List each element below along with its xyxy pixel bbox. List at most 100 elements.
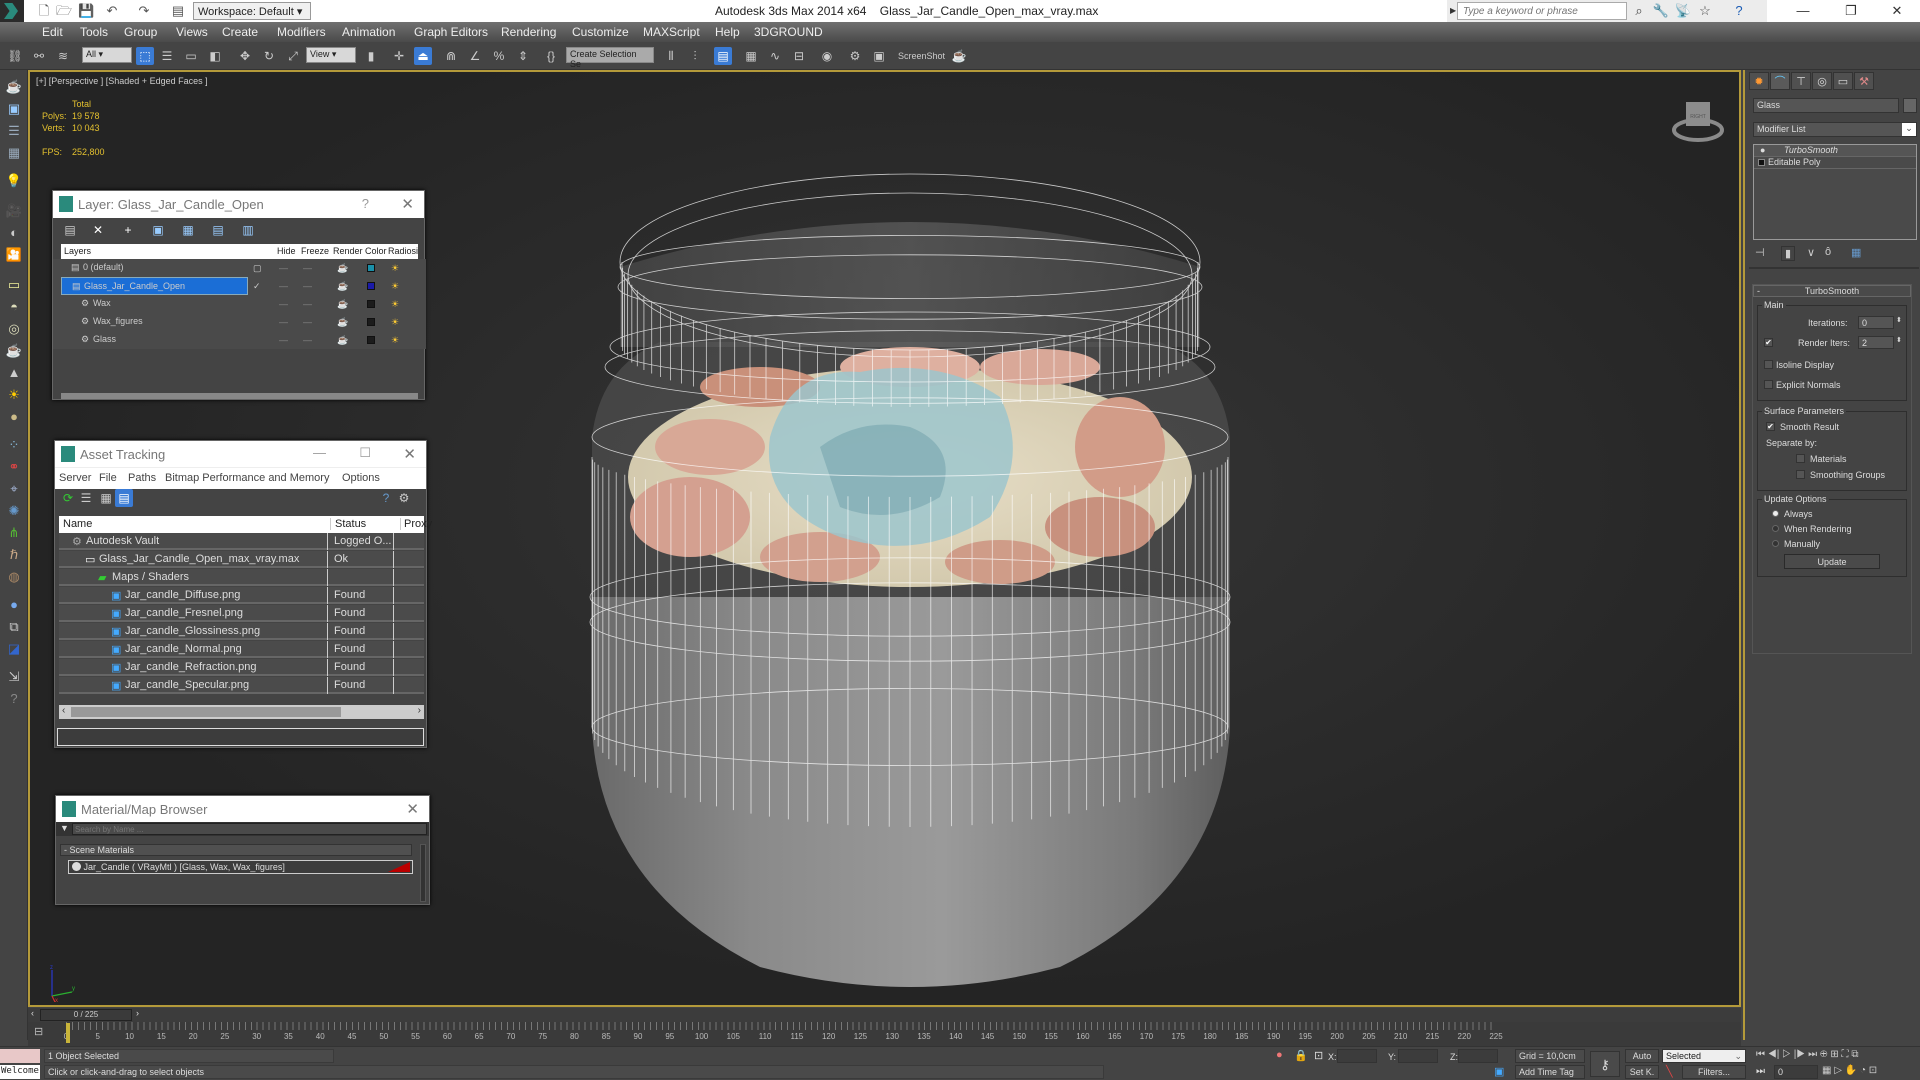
minimize-icon[interactable]: — (313, 445, 326, 460)
material-item-jar-candle[interactable]: Jar_Candle ( VRayMtl ) [Glass, Wax, Wax_… (68, 860, 413, 874)
menu-group[interactable]: Group (124, 25, 157, 39)
layer-name-cell[interactable]: ▤ 0 (default) (61, 259, 248, 277)
key-filters-button[interactable]: Filters... (1682, 1065, 1746, 1079)
asset-window-header[interactable]: Asset Tracking — ☐ ✕ (55, 441, 426, 467)
menu-create[interactable]: Create (222, 25, 258, 39)
proxy-icon[interactable]: ⌖ (5, 480, 23, 498)
freeze-toggle[interactable]: — (303, 281, 312, 291)
render-frame-icon[interactable]: ▣ (870, 47, 888, 65)
pin-stack-icon[interactable]: ⊣ (1755, 246, 1765, 259)
schematic-view-icon[interactable]: ⊟ (790, 47, 808, 65)
selection-filter-dropdown[interactable]: All ▾ (82, 47, 132, 63)
video-camera-icon[interactable]: 🎦 (5, 246, 23, 264)
asset-row[interactable]: ▣ Jar_candle_Refraction.png Found (59, 659, 424, 676)
unlink-icon[interactable]: ⚯ (30, 47, 48, 65)
select-by-name-icon[interactable]: ☰ (158, 47, 176, 65)
render-iters-checkbox[interactable]: ✔ (1764, 338, 1773, 347)
update-manually-radio[interactable] (1772, 540, 1779, 547)
z-coordinate-field[interactable] (1458, 1049, 1498, 1063)
zoom-extents-icon[interactable]: ⛶ (1842, 1049, 1849, 1060)
absolute-mode-icon[interactable]: ⊡ (1314, 1049, 1323, 1062)
rectangular-region-icon[interactable]: ▭ (182, 47, 200, 65)
orbit-icon[interactable]: ◔ (1860, 1065, 1866, 1076)
key-mode-toggle-icon[interactable]: ⏭ (1756, 1066, 1765, 1077)
iterations-spinner-arrows[interactable]: ⬍ (1896, 316, 1902, 324)
layer-name-cell[interactable]: ⚙ Glass (61, 331, 248, 349)
app-menu-button[interactable] (0, 0, 24, 22)
current-frame-indicator[interactable] (66, 1023, 70, 1043)
render-toggle[interactable]: ☕ (337, 263, 348, 274)
teapot-icon[interactable]: ☕ (5, 78, 23, 96)
expand-icon[interactable] (1758, 159, 1765, 166)
time-slider-thumb[interactable]: 0 / 225 (40, 1009, 132, 1021)
stack-item-turbosmooth[interactable]: ● TurboSmooth (1754, 145, 1916, 157)
screenshot-label[interactable]: ScreenShot (898, 51, 945, 61)
update-when-rendering-radio[interactable] (1772, 525, 1779, 532)
time-tag-icon[interactable]: ▣ (1494, 1065, 1504, 1078)
layer-window-header[interactable]: Layer: Glass_Jar_Candle_Open ? ✕ (53, 191, 424, 218)
menu-customize[interactable]: Customize (572, 25, 629, 39)
maxscript-listener-input[interactable]: Welcome tc (0, 1065, 40, 1079)
binoculars-search-icon[interactable]: ⌕ (1630, 2, 1648, 20)
asset-path-field[interactable] (57, 728, 424, 746)
menu-modifiers[interactable]: Modifiers (277, 25, 326, 39)
hair-fur-icon[interactable]: ℏ (5, 546, 23, 564)
options-menu-icon[interactable]: ▼ (60, 823, 69, 833)
list-window-icon[interactable]: ☰ (5, 122, 23, 140)
radiosity-icon[interactable]: ☀ (391, 281, 399, 292)
table-view-icon[interactable]: ▤ (115, 489, 133, 507)
horizontal-scrollbar[interactable] (61, 393, 418, 399)
menu-help[interactable]: Help (715, 25, 740, 39)
window-crossing-icon[interactable]: ◧ (206, 47, 224, 65)
asset-row[interactable]: ▭ Glass_Jar_Candle_Open_max_vray.max Ok (59, 551, 424, 568)
remove-modifier-icon[interactable]: ô (1825, 246, 1831, 258)
glass-jar-candle-model[interactable] (560, 167, 1260, 997)
isolate-selection-icon[interactable]: ● (1276, 1049, 1283, 1061)
list-view-icon[interactable]: ☰ (77, 489, 95, 507)
delete-layer-icon[interactable]: ✕ (89, 221, 107, 239)
object-color-swatch[interactable] (1903, 98, 1917, 113)
freeze-toggle[interactable]: — (303, 335, 312, 345)
save-file-icon[interactable]: 💾 (78, 3, 94, 19)
hide-toggle[interactable]: — (279, 335, 288, 345)
sphere-light-icon[interactable]: ◎ (5, 320, 23, 338)
close-icon[interactable]: ✕ (406, 800, 419, 818)
go-to-start-icon[interactable]: ⏮ (1756, 1049, 1765, 1060)
favorites-star-icon[interactable]: ☆ (1696, 2, 1714, 20)
layer-color-swatch[interactable] (367, 264, 375, 272)
layer-row[interactable]: ▤ Glass_Jar_Candle_Open ✓ — — ☕ ☀ (61, 277, 418, 295)
help-query-icon[interactable]: ? (377, 489, 395, 507)
maxscript-listener-output[interactable] (0, 1049, 40, 1063)
render-setup-icon[interactable]: ⚙ (846, 47, 864, 65)
close-button[interactable]: ✕ (1874, 0, 1920, 22)
snaps-toggle-icon[interactable]: ⋒ (442, 47, 460, 65)
default-tangent-icon[interactable]: ╲ (1666, 1065, 1673, 1078)
configure-modifier-sets-icon[interactable]: ▦ (1851, 246, 1861, 259)
settings-query-icon[interactable]: ⚙ (395, 489, 413, 507)
explicit-normals-checkbox[interactable] (1764, 380, 1773, 389)
menu-server[interactable]: Server (59, 472, 91, 484)
layer-row[interactable]: ⚙ Wax — — ☕ ☀ (61, 295, 418, 313)
object-name-field[interactable]: Glass (1753, 98, 1899, 113)
manipulate-icon[interactable]: ✛ (390, 47, 408, 65)
modifier-list-dropdown[interactable]: Modifier List ⌄ (1753, 122, 1917, 137)
menu-views[interactable]: Views (176, 25, 208, 39)
camera-icon[interactable]: 🎥 (5, 202, 23, 220)
asset-row[interactable]: ▰ Maps / Shaders (59, 569, 424, 586)
render-toggle[interactable]: ☕ (337, 281, 348, 292)
maximize-viewport-icon[interactable]: ⊡ (1869, 1065, 1877, 1076)
utilities-tab-icon[interactable]: ⚒ (1854, 72, 1874, 90)
selection-lock-icon[interactable]: 🔒 (1294, 1049, 1308, 1062)
ies-light-icon[interactable]: ▲ (5, 364, 23, 382)
hide-toggle[interactable]: — (279, 299, 288, 309)
render-iters-spinner-arrows[interactable]: ⬍ (1896, 336, 1902, 344)
render-iters-spinner[interactable]: 2 (1858, 336, 1894, 349)
show-end-result-icon[interactable]: ▮ (1781, 246, 1796, 261)
set-key-button[interactable]: Set K. (1625, 1065, 1659, 1079)
help-icon[interactable]: ? (1730, 2, 1748, 20)
asset-row[interactable]: ▣ Jar_candle_Fresnel.png Found (59, 605, 424, 622)
x-coordinate-field[interactable] (1337, 1049, 1377, 1063)
edit-named-selection-icon[interactable]: {} (542, 47, 560, 65)
y-coordinate-field[interactable] (1398, 1049, 1438, 1063)
hide-toggle[interactable]: — (279, 317, 288, 327)
